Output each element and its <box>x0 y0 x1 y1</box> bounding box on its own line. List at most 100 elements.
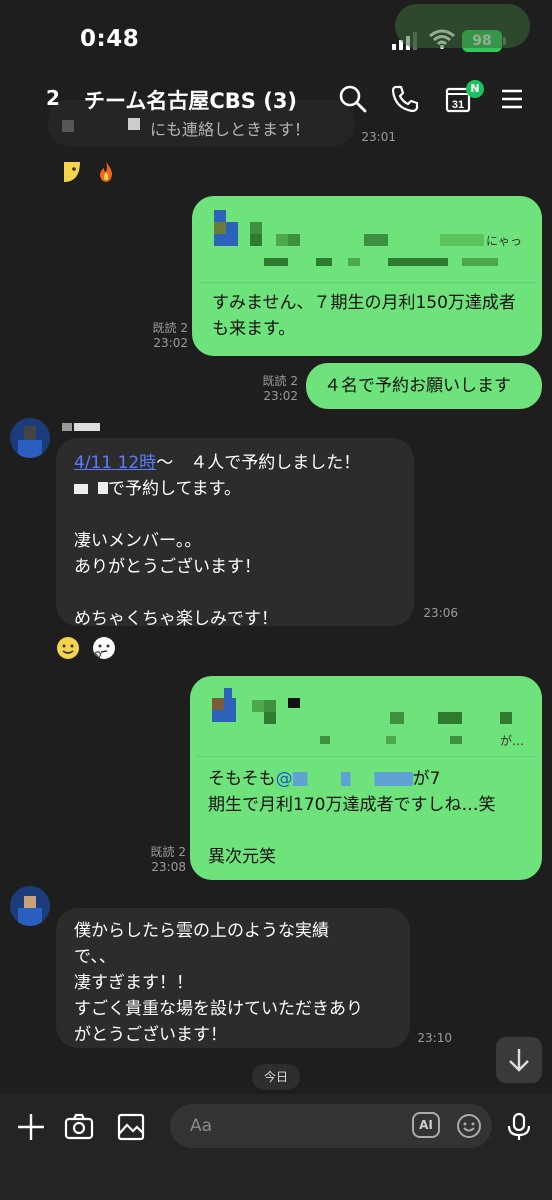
message-time: 23:06 <box>423 606 458 620</box>
pixelated-name <box>128 118 140 130</box>
thinking-emoji-icon <box>92 636 116 660</box>
pixelated-text <box>450 736 462 744</box>
message-line: で予約してます。 <box>74 476 396 502</box>
pixelated-text <box>250 234 262 246</box>
quote-divider <box>198 282 536 283</box>
message-time: 23:02 <box>153 336 188 350</box>
message-body: そもそも@ が7 期生で月利170万達成者ですしね…笑 異次元笑 <box>208 766 538 870</box>
calendar-day: 31 <box>452 99 464 111</box>
emoji-reaction-icon <box>60 160 84 184</box>
quote-fragment: にゃっ <box>486 234 523 248</box>
incoming-message[interactable]: 僕からしたら雲の上のような実績 で、、 凄すぎます！！ すごく貴重な場を設けてい… <box>56 908 410 1048</box>
pixelated-text <box>264 258 288 266</box>
pixelated-text <box>348 258 360 266</box>
outgoing-message[interactable]: が… そもそも@ が7 期生で月利170万達成者ですしね…笑 異次元笑 <box>190 676 542 880</box>
quote-avatar <box>212 688 238 724</box>
message-text: ４名で予約お願いします <box>324 376 511 396</box>
message-text: すみません、７期生の月利150万達成者も来ます。 <box>212 293 516 339</box>
outgoing-message[interactable]: ４名で予約お願いします <box>306 363 542 409</box>
message-line: 異次元笑 <box>208 847 276 867</box>
message-meta: 既読 2 23:02 <box>130 321 188 351</box>
message-time: 23:08 <box>151 860 186 874</box>
input-placeholder: Aa <box>190 1116 213 1136</box>
message-line: 凄いメンバー。。 <box>74 531 202 551</box>
arrow-down-icon <box>509 1049 529 1072</box>
message-line: すごく貴重な場を設けていただきあり <box>74 999 363 1019</box>
ghost-message <box>395 4 530 48</box>
mention[interactable]: @ <box>276 769 293 789</box>
scroll-down-button[interactable] <box>496 1037 542 1083</box>
message-meta: 既読 2 23:02 <box>240 374 298 404</box>
phone-icon[interactable] <box>390 84 420 114</box>
microphone-icon[interactable] <box>504 1112 534 1142</box>
message-time: 23:02 <box>263 389 298 403</box>
image-icon[interactable] <box>116 1112 146 1142</box>
plus-icon[interactable] <box>16 1112 46 1142</box>
message-line: がとうございます！ <box>74 1025 227 1045</box>
camera-icon[interactable] <box>64 1112 94 1142</box>
message-line: 期生で月利170万達成者ですしね…笑 <box>208 795 496 815</box>
pixelated-text <box>98 482 108 494</box>
incoming-message[interactable]: 4/11 12時〜 ４人で予約しました！ で予約してます。 凄いメンバー。。 あ… <box>56 438 414 629</box>
message-time: 23:10 <box>417 1031 452 1045</box>
pixelated-text <box>252 700 264 712</box>
menu-icon[interactable] <box>498 84 528 114</box>
calendar-badge: N <box>466 80 484 98</box>
pixelated-text <box>320 736 330 744</box>
pixelated-text <box>276 234 288 246</box>
input-bar: Aa AI <box>0 1094 552 1200</box>
pixelated-name <box>62 120 74 132</box>
pixelated-text <box>264 700 276 712</box>
avatar[interactable] <box>10 886 50 926</box>
emoji-icon[interactable] <box>456 1113 482 1139</box>
pixelated-text <box>288 698 300 708</box>
quote-avatar <box>214 210 238 246</box>
pixelated-text <box>386 736 396 744</box>
smile-emoji-icon <box>56 636 80 660</box>
pixelated-text <box>438 712 462 724</box>
read-receipt: 既読 2 <box>262 374 298 388</box>
message-meta: 既読 2 23:08 <box>128 845 186 875</box>
pixelated-text <box>316 258 332 266</box>
avatar[interactable] <box>10 418 50 458</box>
pixelated-mention <box>292 772 413 786</box>
pixelated-text <box>74 484 88 494</box>
pixelated-name <box>74 423 100 431</box>
read-receipt: 既読 2 <box>150 845 186 859</box>
pixelated-text <box>288 234 300 246</box>
pixelated-text <box>264 712 276 724</box>
date-separator: 今日 <box>252 1064 300 1090</box>
message-line: めちゃくちゃ楽しみです！ <box>74 609 278 629</box>
pixelated-text <box>250 222 262 234</box>
message-input[interactable]: Aa AI <box>170 1104 492 1148</box>
message-text: にも連絡しときます！ <box>150 120 311 139</box>
pixelated-text <box>500 712 512 724</box>
message-line: で、、 <box>74 947 116 967</box>
back-button[interactable]: 2 <box>46 86 60 110</box>
pixelated-text <box>390 712 404 724</box>
pixelated-text <box>462 258 498 266</box>
message-line: 凄すぎます！！ <box>74 973 193 993</box>
message-line: 4/11 12時〜 ４人で予約しました！ <box>74 453 361 473</box>
status-time: 0:48 <box>80 26 140 52</box>
quote-divider <box>196 756 536 757</box>
read-receipt: 既読 2 <box>152 321 188 335</box>
pixelated-text <box>388 258 448 266</box>
message-time: 23:01 <box>361 130 396 144</box>
outgoing-message[interactable]: にゃっ すみません、７期生の月利150万達成者も来ます。 <box>192 196 542 356</box>
fire-icon <box>94 160 118 184</box>
message-line: 僕からしたら雲の上のような実績 <box>74 921 329 941</box>
pixelated-text <box>364 234 388 246</box>
pixelated-text <box>440 234 484 246</box>
pixelated-name <box>62 423 72 431</box>
date-link[interactable]: 4/11 12時 <box>74 453 156 473</box>
chat-title: チーム名古屋CBS (3) <box>84 89 298 113</box>
quote-fragment: が… <box>500 734 525 748</box>
message-line: そもそも@ が7 <box>208 769 441 789</box>
search-icon[interactable] <box>338 84 368 114</box>
message-line: ありがとうございます！ <box>74 557 261 577</box>
ai-button[interactable]: AI <box>412 1112 440 1138</box>
